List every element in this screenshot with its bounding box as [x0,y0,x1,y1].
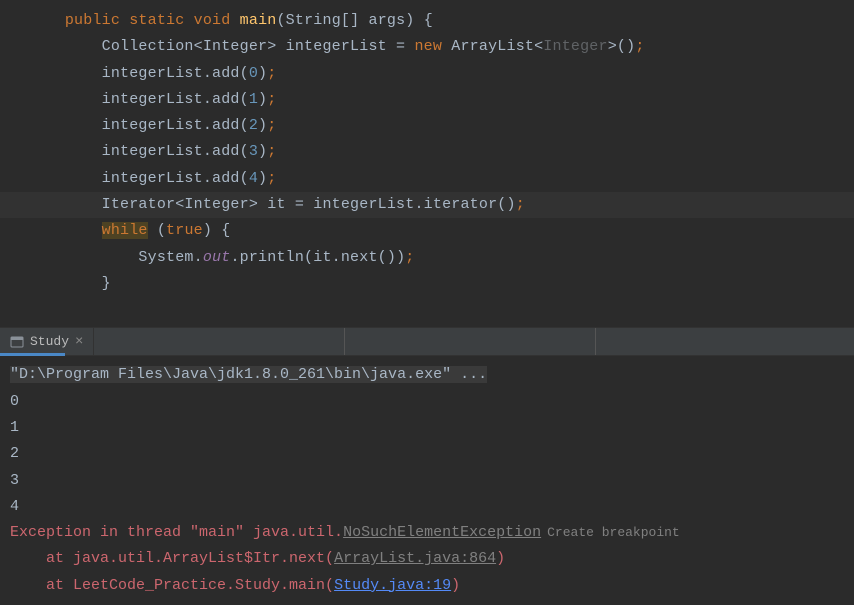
keyword-true: true [166,222,203,239]
indent [28,222,102,239]
tab-spacer [94,328,345,355]
code-text: .println(it.next()) [230,249,405,266]
number-literal: 0 [249,65,258,82]
code-text: ) [258,117,267,134]
code-text: integerList.add( [28,143,249,160]
console-output-line: 2 [10,441,844,467]
keyword-new: new [414,38,442,55]
keyword-while-highlighted: while [102,222,148,239]
tab-study[interactable]: Study × [0,328,94,355]
code-text: ArrayList< [442,38,543,55]
code-line: Collection<Integer> integerList = new Ar… [28,34,854,60]
code-line: integerList.add(3); [28,139,854,165]
code-text: System. [28,249,203,266]
console-output[interactable]: "D:\Program Files\Java\jdk1.8.0_261\bin\… [0,356,854,605]
console-stacktrace-line: at LeetCode_Practice.Study.main(Study.ja… [10,573,844,599]
semicolon: ; [635,38,644,55]
java-command: "D:\Program Files\Java\jdk1.8.0_261\bin\… [10,366,487,383]
code-text: ) { [203,222,231,239]
semicolon: ; [267,117,276,134]
keyword-void: void [194,12,231,29]
stacktrace-text: ) [451,577,460,594]
keyword-public: public [65,12,120,29]
field-out: out [203,249,231,266]
code-text: integerList.add( [28,91,249,108]
close-icon[interactable]: × [75,334,83,350]
code-text: ) [258,65,267,82]
console-output-line: 3 [10,468,844,494]
code-line: System.out.println(it.next()); [28,245,854,271]
code-line-highlighted: Iterator<Integer> it = integerList.itera… [0,192,854,218]
code-line: integerList.add(2); [28,113,854,139]
create-breakpoint-link[interactable]: Create breakpoint [547,525,680,540]
code-text: Collection<Integer> integerList = [28,38,414,55]
code-text: integerList.add( [28,65,249,82]
code-line: integerList.add(0); [28,61,854,87]
console-output-line: 1 [10,415,844,441]
semicolon: ; [267,170,276,187]
semicolon: ; [516,196,525,213]
semicolon: ; [267,143,276,160]
stacktrace-text: at LeetCode_Practice.Study.main( [10,577,334,594]
code-line: while (true) { [28,218,854,244]
code-text: integerList.add( [28,170,249,187]
code-line: integerList.add(1); [28,87,854,113]
code-text: ) [258,143,267,160]
stacktrace-text: at java.util.ArrayList$Itr.next( [10,550,334,567]
code-line: integerList.add(4); [28,166,854,192]
run-tab-bar: Study × [0,327,854,356]
console-cmd: "D:\Program Files\Java\jdk1.8.0_261\bin\… [10,362,844,388]
stacktrace-link[interactable]: Study.java:19 [334,577,451,594]
generic-type: Integer [543,38,607,55]
semicolon: ; [267,91,276,108]
keyword-static: static [129,12,184,29]
number-literal: 1 [249,91,258,108]
stacktrace-link[interactable]: ArrayList.java:864 [334,550,496,567]
semicolon: ; [267,65,276,82]
params: (String[] args) { [276,12,432,29]
console-output-line: 0 [10,389,844,415]
method-name: main [240,12,277,29]
stacktrace-text: ) [496,550,505,567]
code-container: public static void main(String[] args) {… [18,8,854,297]
tab-label: Study [30,334,69,349]
code-text: >() [608,38,636,55]
console-stacktrace-line: at java.util.ArrayList$Itr.next(ArrayLis… [10,546,844,572]
console-output-line: 4 [10,494,844,520]
semicolon: ; [405,249,414,266]
editor-gutter [0,0,18,327]
number-literal: 3 [249,143,258,160]
code-editor[interactable]: public static void main(String[] args) {… [0,0,854,327]
code-text: ) [258,170,267,187]
tab-spacer [345,328,596,355]
code-text: integerList.add( [28,117,249,134]
code-line: public static void main(String[] args) { [28,8,854,34]
code-text: } [28,275,111,292]
code-text: Iterator<Integer> it = integerList.itera… [28,196,516,213]
tab-spacer-area [94,328,854,355]
code-text: ) [258,91,267,108]
console-exception-line: Exception in thread "main" java.util.NoS… [10,520,844,546]
number-literal: 4 [249,170,258,187]
exception-class-link[interactable]: NoSuchElementException [343,524,541,541]
exception-text: Exception in thread "main" java.util. [10,524,343,541]
run-config-icon [10,336,24,348]
code-line: } [28,271,854,297]
code-text: ( [148,222,166,239]
number-literal: 2 [249,117,258,134]
